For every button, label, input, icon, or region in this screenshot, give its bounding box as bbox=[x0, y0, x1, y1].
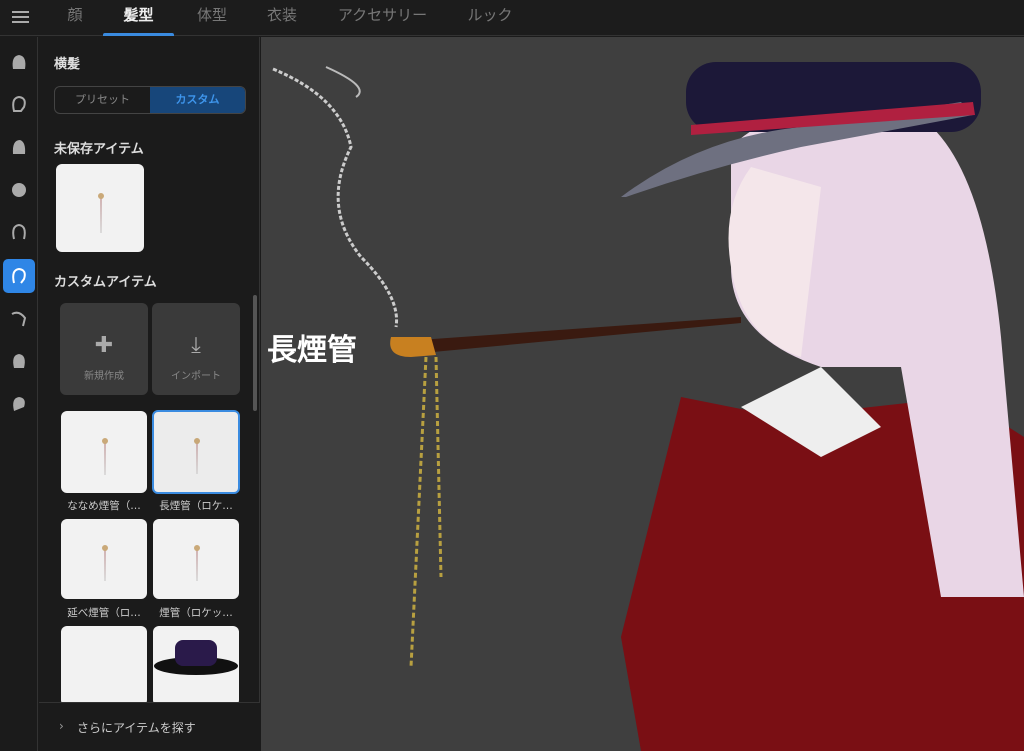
character-model bbox=[261, 37, 1024, 751]
back-hair-icon[interactable] bbox=[3, 130, 35, 164]
unsaved-item-thumb[interactable] bbox=[56, 164, 144, 252]
item-thumb[interactable] bbox=[153, 519, 239, 599]
tab-hairstyle[interactable]: 髪型 bbox=[103, 0, 174, 36]
side-hair-icon[interactable] bbox=[3, 259, 35, 293]
top-bar: 顔 髪型 体型 衣装 アクセサリー ルック bbox=[0, 0, 1024, 36]
custom-tab[interactable]: カスタム bbox=[150, 87, 245, 113]
item-label: 煙管（ロケッ… bbox=[150, 605, 242, 620]
tab-outfit[interactable]: 衣装 bbox=[260, 0, 304, 36]
tab-face[interactable]: 顔 bbox=[60, 0, 90, 36]
chevron-right-icon: › bbox=[59, 719, 64, 733]
tab-body[interactable]: 体型 bbox=[190, 0, 234, 36]
hair-category-rail bbox=[0, 37, 38, 751]
item-label: ななめ煙管（… bbox=[58, 498, 150, 513]
item-thumb-selected[interactable] bbox=[152, 410, 240, 494]
bangs-icon[interactable] bbox=[3, 173, 35, 207]
front-hair-icon[interactable] bbox=[3, 87, 35, 121]
hair-other-icon[interactable] bbox=[3, 387, 35, 421]
panel-title: 横髪 bbox=[54, 53, 80, 72]
item-thumb-hat[interactable] bbox=[153, 626, 239, 706]
item-label: 延べ煙管（ロ… bbox=[58, 605, 150, 620]
hair-accessory-icon[interactable] bbox=[3, 302, 35, 336]
menu-icon[interactable] bbox=[12, 9, 29, 25]
new-item-button[interactable]: ✚新規作成 bbox=[60, 303, 148, 395]
import-button[interactable]: ⤓インポート bbox=[152, 303, 240, 395]
hair-base-icon[interactable] bbox=[3, 45, 35, 79]
item-panel: 横髪 プリセット カスタム 未保存アイテム カスタムアイテム ✚新規作成 ⤓イン… bbox=[39, 37, 260, 751]
item-thumb[interactable] bbox=[61, 626, 147, 706]
download-icon: ⤓ bbox=[152, 333, 240, 359]
hair-extra-icon[interactable] bbox=[3, 344, 35, 378]
find-more-items-link[interactable]: › さらにアイテムを探す bbox=[39, 702, 260, 751]
ahoge-icon[interactable] bbox=[3, 215, 35, 249]
item-thumb[interactable] bbox=[61, 411, 147, 493]
item-thumb[interactable] bbox=[61, 519, 147, 599]
custom-items-heading: カスタムアイテム bbox=[54, 271, 157, 290]
preset-custom-toggle: プリセット カスタム bbox=[54, 86, 246, 114]
tab-look[interactable]: ルック bbox=[462, 0, 518, 36]
item-annotation: 長煙管 bbox=[267, 325, 357, 369]
plus-icon: ✚ bbox=[60, 333, 148, 359]
3d-viewport[interactable]: 長煙管 bbox=[261, 37, 1024, 751]
preset-tab[interactable]: プリセット bbox=[55, 87, 150, 113]
tab-accessory[interactable]: アクセサリー bbox=[335, 0, 430, 36]
unsaved-items-heading: 未保存アイテム bbox=[54, 138, 144, 157]
item-label: 長煙管（ロケ… bbox=[150, 498, 242, 513]
panel-scrollbar[interactable] bbox=[253, 295, 257, 411]
